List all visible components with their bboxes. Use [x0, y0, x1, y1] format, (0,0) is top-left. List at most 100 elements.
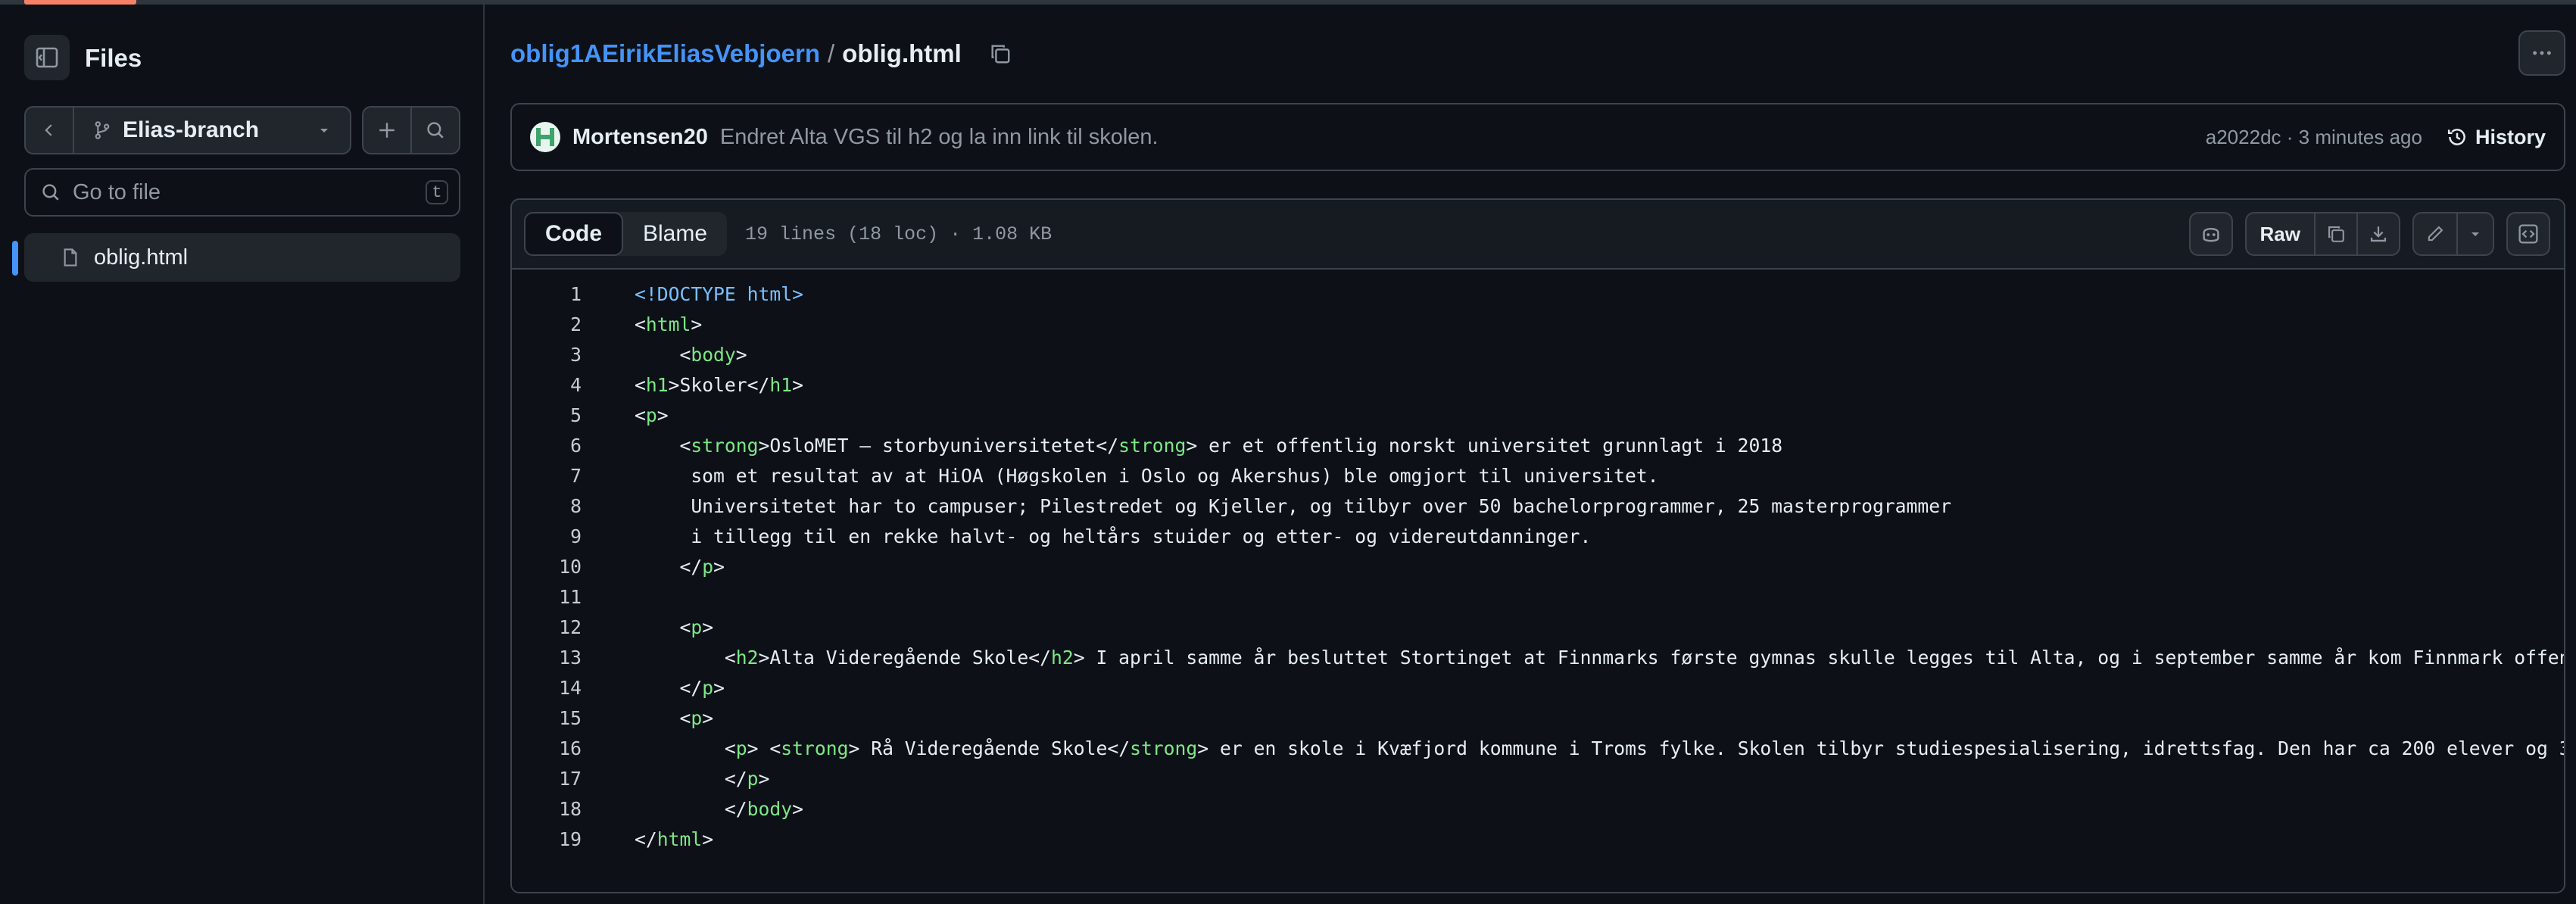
raw-button[interactable]: Raw — [2247, 214, 2314, 254]
latest-commit-bar: Mortensen20 Endret Alta VGS til h2 og la… — [510, 103, 2565, 171]
tab-blame[interactable]: Blame — [623, 212, 727, 256]
search-files-button[interactable] — [412, 108, 459, 153]
code-line: 14 </p> — [512, 672, 2564, 703]
code-text: <!DOCTYPE html> — [635, 282, 803, 305]
copy-path-button[interactable] — [989, 42, 1012, 65]
file-tree-item[interactable]: oblig.html — [24, 233, 460, 282]
code-area: 1 <!DOCTYPE html> 2 <html> 3 <body> 4 <h1>Skol… — [512, 270, 2564, 892]
file-toolbar: Raw — [2188, 212, 2550, 256]
sidebar-collapse-icon — [36, 47, 58, 68]
history-button[interactable]: History — [2447, 126, 2546, 149]
file-tree-sidebar: Files Elias-branch t oblig.html — [0, 5, 485, 904]
code-text: <p> — [679, 616, 714, 638]
line-number[interactable]: 18 — [512, 798, 582, 820]
code-line: 15 <p> — [512, 703, 2564, 733]
code-text: <h1>Skoler</h1> — [635, 373, 804, 396]
file-icon — [64, 248, 77, 267]
breadcrumb-repo-link[interactable]: oblig1AEirikEliasVebjoern — [510, 39, 820, 68]
code-line: 6 <strong>OsloMET – storbyuniversitetet<… — [512, 430, 2564, 460]
git-branch-icon — [95, 121, 110, 139]
code-line: 11 — [512, 581, 2564, 612]
symbols-panel-button[interactable] — [2506, 212, 2550, 256]
code-text: <html> — [635, 313, 703, 335]
line-number[interactable]: 9 — [512, 525, 582, 547]
more-options-button[interactable] — [2518, 30, 2565, 76]
line-number[interactable]: 8 — [512, 495, 582, 517]
line-number[interactable]: 5 — [512, 404, 582, 426]
edit-button[interactable] — [2414, 214, 2456, 254]
download-icon — [2370, 226, 2387, 242]
code-line: 4 <h1>Skoler</h1> — [512, 369, 2564, 400]
go-to-file-input[interactable] — [71, 179, 407, 206]
plus-icon — [379, 123, 395, 138]
code-text: <h2>Alta Videregående Skole</h2> I april… — [724, 646, 2565, 669]
sidebar-actions — [362, 106, 460, 154]
code-line: 1 <!DOCTYPE html> — [512, 279, 2564, 309]
commit-author[interactable]: Mortensen20 — [572, 125, 708, 150]
caret-down-icon — [2472, 232, 2479, 236]
commit-meta[interactable]: a2022dc · 3 minutes ago — [2206, 126, 2422, 149]
chevron-left-icon — [45, 124, 52, 136]
line-number[interactable]: 17 — [512, 768, 582, 790]
view-toggle: Code Blame — [524, 212, 728, 256]
go-to-file-field[interactable]: t — [24, 168, 460, 217]
code-text: <p> — [635, 404, 669, 426]
line-number[interactable]: 7 — [512, 465, 582, 487]
collapse-sidebar-button[interactable] — [24, 35, 70, 80]
tab-code[interactable]: Code — [524, 212, 623, 256]
branch-name: Elias-branch — [123, 117, 260, 142]
breadcrumb-separator: / — [827, 39, 835, 67]
line-number[interactable]: 14 — [512, 677, 582, 699]
code-line: 2 <html> — [512, 309, 2564, 339]
line-number[interactable]: 6 — [512, 435, 582, 457]
line-number[interactable]: 2 — [512, 313, 582, 335]
copilot-icon — [2202, 227, 2219, 242]
edit-dropdown-button[interactable] — [2456, 214, 2493, 254]
code-line: 7 som et resultat av at HiOA (Høgskolen … — [512, 460, 2564, 491]
copy-raw-button[interactable] — [2314, 214, 2356, 254]
back-button[interactable] — [26, 108, 74, 153]
line-number[interactable]: 10 — [512, 556, 582, 578]
code-text: </p> — [724, 767, 770, 790]
code-text: <p> — [679, 706, 714, 729]
branch-selector[interactable]: Elias-branch — [74, 108, 350, 153]
identicon-icon — [536, 128, 554, 146]
file-tree-item-label: oblig.html — [94, 245, 189, 270]
download-button[interactable] — [2356, 214, 2399, 254]
avatar[interactable] — [530, 122, 560, 152]
code-line: 19 </html> — [512, 824, 2564, 854]
line-number[interactable]: 13 — [512, 647, 582, 669]
line-number[interactable]: 12 — [512, 616, 582, 638]
branch-control: Elias-branch — [24, 106, 351, 154]
code-line: 16 <p> <strong> Rå Videregående Skole</s… — [512, 733, 2564, 763]
code-text: Universitetet har to campuser; Pilestred… — [635, 494, 1951, 517]
code-text: som et resultat av at HiOA (Høgskolen i … — [635, 464, 1659, 487]
line-number[interactable]: 1 — [512, 283, 582, 305]
code-line: 13 <h2>Alta Videregående Skole</h2> I ap… — [512, 642, 2564, 672]
line-number[interactable]: 15 — [512, 707, 582, 729]
edit-actions — [2412, 212, 2494, 256]
code-line: 12 <p> — [512, 612, 2564, 642]
add-file-button[interactable] — [363, 108, 412, 153]
line-number[interactable]: 19 — [512, 828, 582, 850]
copilot-button[interactable] — [2188, 212, 2233, 256]
file-info: 19 lines (18 loc) · 1.08 KB — [745, 223, 1053, 245]
code-text: </html> — [635, 828, 714, 850]
selected-indicator — [12, 241, 18, 276]
breadcrumb-file: oblig.html — [842, 39, 962, 67]
line-number[interactable]: 16 — [512, 737, 582, 759]
history-label: History — [2475, 125, 2546, 148]
line-number[interactable]: 4 — [512, 374, 582, 396]
code-text: </body> — [724, 797, 803, 820]
commit-message[interactable]: Endret Alta VGS til h2 og la inn link ti… — [720, 125, 1159, 150]
raw-actions: Raw — [2244, 212, 2400, 256]
file-viewer: Code Blame 19 lines (18 loc) · 1.08 KB R… — [510, 198, 2565, 893]
line-number[interactable]: 11 — [512, 586, 582, 608]
code-line: 5 <p> — [512, 400, 2564, 430]
code-line: 18 </body> — [512, 793, 2564, 824]
pencil-icon — [2428, 226, 2443, 242]
line-number[interactable]: 3 — [512, 344, 582, 366]
code-line: 10 </p> — [512, 551, 2564, 581]
code-text: i tillegg til en rekke halvt- og heltårs… — [635, 525, 1592, 547]
search-icon — [42, 184, 59, 201]
